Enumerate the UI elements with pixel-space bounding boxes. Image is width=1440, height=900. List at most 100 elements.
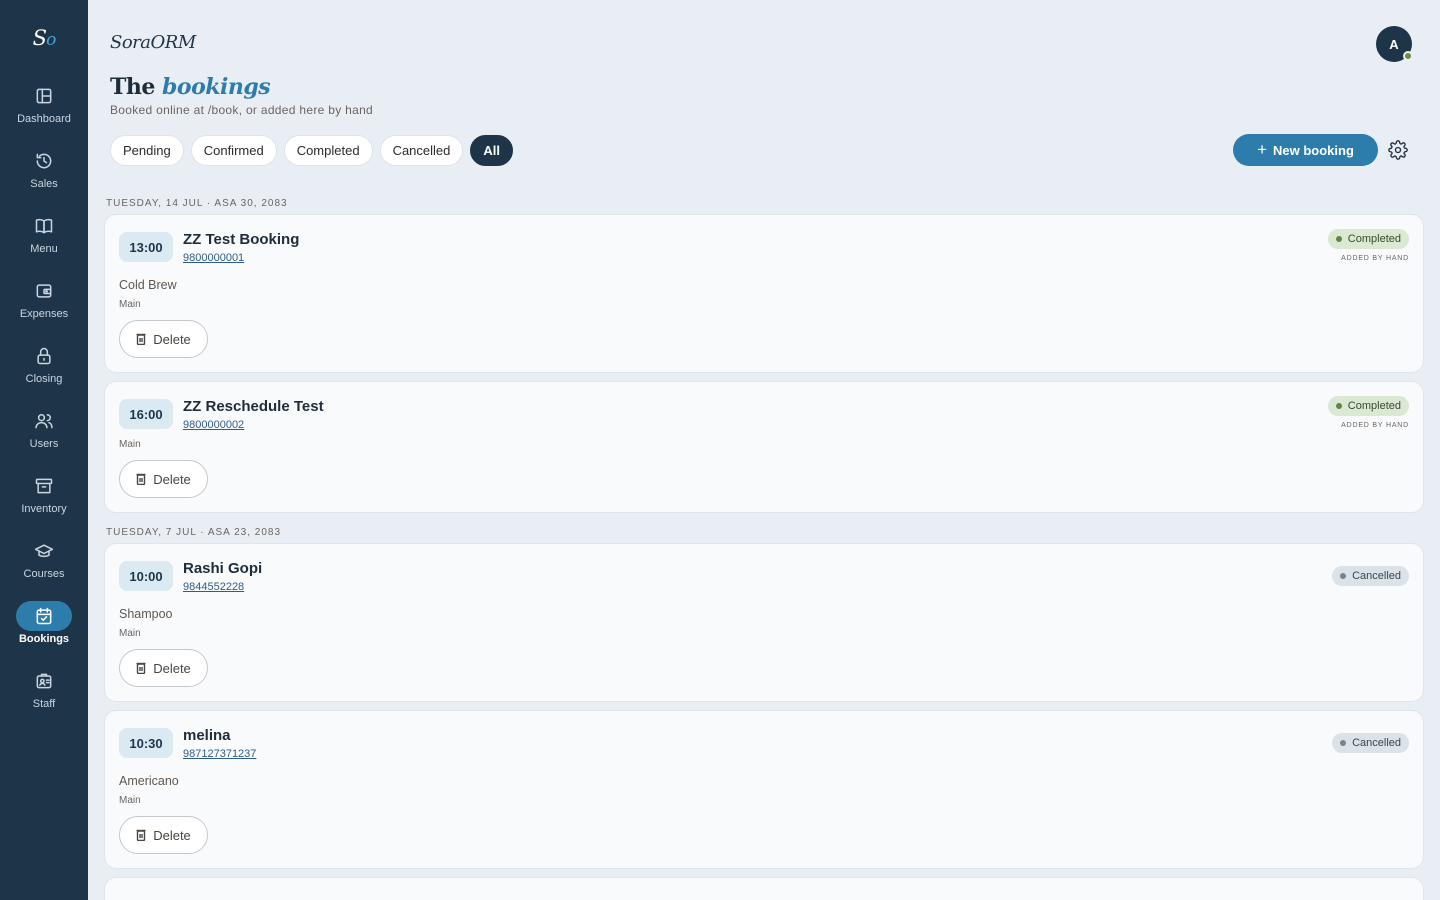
filter-pending[interactable]: Pending (110, 135, 184, 166)
customer-phone-link[interactable]: 9844552228 (183, 581, 244, 593)
trash-icon (136, 829, 146, 841)
booking-card (104, 877, 1424, 900)
sidebar-item-staff[interactable]: Staff (0, 661, 88, 726)
status-label: Cancelled (1352, 570, 1401, 582)
customer-phone-link[interactable]: 9800000002 (183, 419, 244, 431)
sidebar-item-label: Users (29, 438, 59, 450)
app-logo[interactable]: So (32, 26, 57, 56)
booking-time: 10:00 (119, 561, 173, 591)
booking-service: Cold Brew (119, 278, 177, 292)
sidebar-item-label: Sales (30, 178, 58, 190)
customer-name: ZZ Reschedule Test (183, 398, 324, 415)
booking-location: Main (119, 628, 141, 639)
customer-name: Rashi Gopi (183, 560, 263, 577)
avatar[interactable]: A (1376, 26, 1413, 62)
sidebar-item-bookings[interactable]: Bookings (0, 596, 88, 661)
booking-source: ADDED BY HAND (1341, 422, 1409, 429)
delete-button[interactable]: Delete (119, 816, 208, 854)
sidebar-item-label: Inventory (21, 503, 67, 515)
booking-service: Americano (119, 774, 179, 788)
wallet-icon (16, 276, 72, 306)
day-header: TUESDAY, 14 JUL · ASA 30, 2083 (106, 197, 288, 209)
booking-source: ADDED BY HAND (1341, 255, 1409, 262)
page-title-accent: bookings (162, 74, 271, 100)
sidebar-item-label: Menu (30, 243, 58, 255)
page-subtitle: Booked online at /book, or added here by… (110, 103, 374, 117)
trash-icon (136, 662, 146, 674)
sidebar-item-courses[interactable]: Courses (0, 531, 88, 596)
status-dot (1335, 236, 1342, 242)
filter-all[interactable]: All (470, 135, 514, 166)
logo-letter-s: S (32, 26, 47, 50)
page-title: The bookings (110, 74, 271, 100)
filter-cancelled[interactable]: Cancelled (379, 135, 464, 166)
trash-icon (136, 473, 146, 485)
status-label: Completed (1347, 233, 1401, 245)
filter-confirmed[interactable]: Confirmed (190, 135, 277, 166)
delete-button[interactable]: Delete (119, 320, 208, 358)
customer-name: ZZ Test Booking (183, 231, 300, 248)
plus-icon: + (1257, 139, 1268, 159)
sidebar: So Dashboard Sales Menu Expenses Closing… (0, 0, 88, 900)
sidebar-item-label: Expenses (19, 308, 69, 320)
status-badge: Completed (1327, 229, 1409, 249)
booking-card: 13:00 ZZ Test Booking 9800000001 Cold Br… (104, 214, 1424, 373)
new-booking-button[interactable]: + New booking (1233, 134, 1378, 166)
status-badge: Cancelled (1332, 733, 1409, 753)
booking-card: 16:00 ZZ Reschedule Test 9800000002 Main… (104, 381, 1424, 513)
delete-label: Delete (153, 331, 191, 347)
sidebar-item-menu[interactable]: Menu (0, 206, 88, 271)
booking-location: Main (119, 795, 141, 806)
sidebar-item-closing[interactable]: Closing (0, 336, 88, 401)
sidebar-item-label: Courses (23, 568, 65, 580)
new-booking-label: New booking (1273, 142, 1354, 158)
sidebar-item-users[interactable]: Users (0, 401, 88, 466)
status-dot (1340, 573, 1347, 579)
avatar-initial: A (1389, 36, 1399, 52)
online-status-dot (1403, 51, 1413, 61)
trash-icon (136, 333, 146, 345)
filter-completed[interactable]: Completed (283, 135, 373, 166)
gear-icon[interactable] (1388, 140, 1408, 160)
sidebar-item-label: Staff (32, 698, 56, 710)
sidebar-item-dashboard[interactable]: Dashboard (0, 76, 88, 141)
sidebar-item-label: Bookings (18, 633, 70, 645)
sidebar-item-expenses[interactable]: Expenses (0, 271, 88, 336)
status-badge: Cancelled (1332, 566, 1409, 586)
dashboard-icon (16, 81, 72, 111)
archive-icon (16, 471, 72, 501)
customer-phone-link[interactable]: 987127371237 (183, 748, 256, 760)
booking-location: Main (119, 439, 141, 450)
status-badge: Completed (1327, 396, 1409, 416)
sidebar-item-sales[interactable]: Sales (0, 141, 88, 206)
customer-name: melina (183, 727, 231, 744)
delete-button[interactable]: Delete (119, 460, 208, 498)
sidebar-item-label: Closing (25, 373, 63, 385)
status-label: Completed (1347, 400, 1401, 412)
page-title-plain: The (110, 74, 155, 100)
graduation-cap-icon (16, 536, 72, 566)
main-content: SoraORM A The bookings Booked online at … (88, 0, 1440, 900)
brand-name: SoraORM (110, 32, 196, 53)
logo-letter-o: o (46, 30, 56, 50)
status-label: Cancelled (1352, 737, 1401, 749)
sidebar-item-label: Dashboard (17, 113, 71, 125)
sidebar-nav: Dashboard Sales Menu Expenses Closing Us… (0, 76, 88, 726)
customer-phone-link[interactable]: 9800000001 (183, 252, 244, 264)
calendar-check-icon (16, 601, 72, 631)
booking-time: 16:00 (119, 399, 173, 429)
booking-card: 10:30 melina 987127371237 Americano Main… (104, 710, 1424, 869)
sidebar-item-inventory[interactable]: Inventory (0, 466, 88, 531)
users-icon (16, 406, 72, 436)
id-badge-icon (16, 666, 72, 696)
day-header: TUESDAY, 7 JUL · ASA 23, 2083 (106, 526, 282, 538)
status-dot (1335, 403, 1342, 409)
book-icon (16, 211, 72, 241)
booking-time: 13:00 (119, 232, 173, 262)
delete-button[interactable]: Delete (119, 649, 208, 687)
history-icon (16, 146, 72, 176)
booking-service: Shampoo (119, 607, 173, 621)
delete-label: Delete (153, 660, 191, 676)
booking-location: Main (119, 299, 141, 310)
lock-icon (16, 341, 72, 371)
